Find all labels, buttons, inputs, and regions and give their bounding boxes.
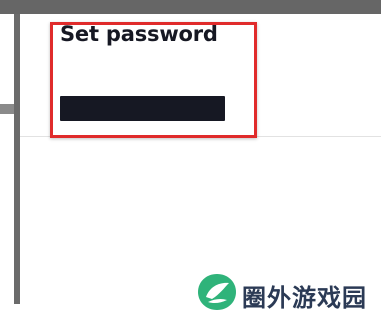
top-frame-bar bbox=[0, 0, 381, 14]
leaf-logo-icon bbox=[198, 274, 236, 310]
watermark-text: 圈外游戏园 bbox=[242, 284, 367, 312]
left-frame-tick bbox=[0, 104, 14, 114]
highlight-annotation-box bbox=[50, 22, 257, 138]
